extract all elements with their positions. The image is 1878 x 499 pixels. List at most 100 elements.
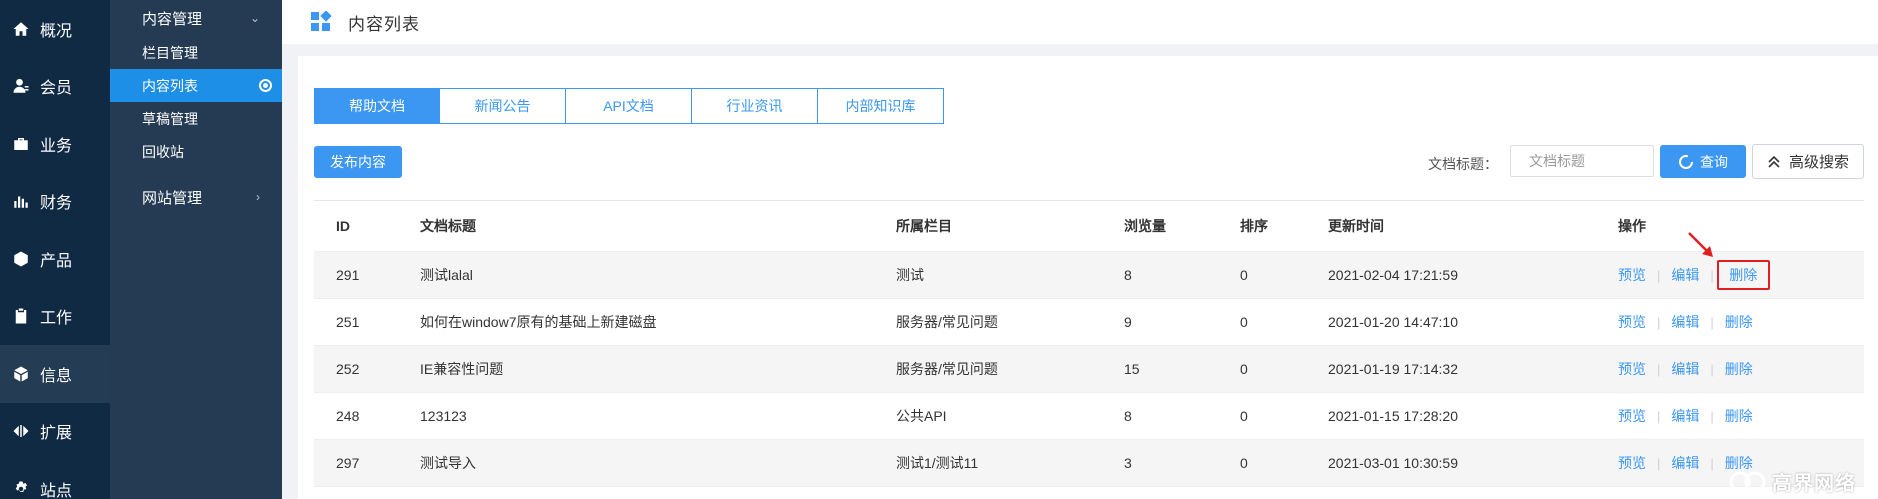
tab-internal-kb[interactable]: 内部知识库: [818, 88, 944, 124]
search-spinner-icon: [1679, 154, 1693, 169]
tab-industry-news[interactable]: 行业资讯: [692, 88, 818, 124]
preview-link[interactable]: 预览: [1618, 312, 1646, 332]
category-tabs: 帮助文档 新闻公告 API文档 行业资讯 内部知识库: [314, 88, 944, 124]
edit-link[interactable]: 编辑: [1671, 265, 1699, 285]
rail-label: 概况: [40, 22, 73, 40]
cell-views: 8: [1124, 267, 1132, 283]
content-table: ID 文档标题 所属栏目 浏览量 排序 更新时间 操作 291 测试lalal …: [314, 200, 1864, 487]
table-row: 291 测试lalal 测试 8 0 2021-02-04 17:21:59 预…: [314, 252, 1864, 299]
cell-time: 2021-02-04 17:21:59: [1328, 267, 1458, 283]
radio-selected-icon: [259, 79, 272, 92]
cell-id: 252: [336, 361, 360, 377]
cell-column: 测试1/测试11: [896, 455, 979, 471]
op-separator: |: [1710, 408, 1714, 424]
rail-label: 会员: [40, 80, 73, 98]
edit-link[interactable]: 编辑: [1671, 453, 1699, 473]
tab-news[interactable]: 新闻公告: [440, 88, 566, 124]
query-button[interactable]: 查询: [1660, 145, 1746, 178]
rail-item-extend[interactable]: 扩展: [0, 403, 110, 461]
table-row: 297 测试导入 测试1/测试11 3 0 2021-03-01 10:30:5…: [314, 440, 1864, 487]
user-icon: [10, 75, 32, 97]
rail-item-finance[interactable]: 财务: [0, 173, 110, 231]
submenu-item-columns[interactable]: 栏目管理: [110, 36, 282, 69]
header-sort: 排序: [1240, 218, 1268, 234]
edit-link[interactable]: 编辑: [1671, 359, 1699, 379]
submenu-item-content-list[interactable]: 内容列表: [110, 69, 282, 102]
delete-link[interactable]: 删除: [1725, 312, 1753, 332]
cube-icon: [10, 248, 32, 270]
cell-id: 297: [336, 455, 360, 471]
chevron-right-icon: ›: [256, 190, 260, 204]
query-button-label: 查询: [1700, 153, 1728, 170]
bar-chart-icon: [10, 190, 32, 212]
cell-views: 3: [1124, 455, 1132, 471]
op-separator: |: [1657, 267, 1661, 283]
gear-icon: [10, 478, 32, 499]
op-separator: |: [1710, 361, 1714, 377]
rail-item-info[interactable]: 信息: [0, 345, 110, 403]
advanced-search-button[interactable]: 高级搜索: [1752, 144, 1864, 179]
left-icon-rail: 概况 会员 业务 财务 产品 工作 信息 扩展 站点: [0, 0, 110, 499]
rail-item-members[interactable]: 会员: [0, 58, 110, 116]
tab-help-docs[interactable]: 帮助文档: [314, 88, 440, 124]
tab-api-docs[interactable]: API文档: [566, 88, 692, 124]
delete-link[interactable]: 删除: [1725, 406, 1753, 426]
submenu-item-label: 栏目管理: [142, 44, 198, 61]
delete-link[interactable]: 删除: [1729, 265, 1757, 285]
table-header-row: ID 文档标题 所属栏目 浏览量 排序 更新时间 操作: [314, 201, 1864, 252]
rail-item-overview[interactable]: 概况: [0, 0, 110, 58]
cell-title: 测试lalal: [420, 267, 473, 283]
cell-time: 2021-01-15 17:28:20: [1328, 408, 1458, 424]
rail-label: 信息: [40, 367, 73, 385]
watermark: 高界网络: [1728, 467, 1856, 496]
cell-time: 2021-01-20 14:47:10: [1328, 314, 1458, 330]
home-icon: [10, 18, 32, 40]
briefcase-icon: [10, 133, 32, 155]
rail-label: 扩展: [40, 425, 73, 443]
preview-link[interactable]: 预览: [1618, 359, 1646, 379]
publish-content-button[interactable]: 发布内容: [314, 146, 402, 178]
preview-link[interactable]: 预览: [1618, 453, 1646, 473]
edit-link[interactable]: 编辑: [1671, 312, 1699, 332]
submenu-group-content[interactable]: 内容管理 ⌄: [110, 0, 282, 36]
cell-ops: 预览 | 编辑 | 删除: [1618, 406, 1864, 426]
title-search-input[interactable]: [1510, 145, 1654, 177]
cell-id: 248: [336, 408, 360, 424]
submenu-group-label: 内容管理: [142, 10, 203, 28]
cell-column: 公共API: [896, 408, 947, 424]
op-separator: |: [1657, 314, 1661, 330]
delete-link[interactable]: 删除: [1725, 359, 1753, 379]
expand-icon: [10, 420, 32, 442]
annotation-arrow-icon: [1688, 232, 1713, 257]
header-time: 更新时间: [1328, 218, 1384, 234]
rail-label: 工作: [40, 310, 73, 328]
edit-link[interactable]: 编辑: [1671, 406, 1699, 426]
page-header: 内容列表: [282, 0, 1878, 44]
rail-item-site[interactable]: 站点: [0, 460, 110, 499]
preview-link[interactable]: 预览: [1618, 265, 1646, 285]
rail-item-products[interactable]: 产品: [0, 230, 110, 288]
header-ops: 操作: [1618, 218, 1646, 234]
cell-time: 2021-03-01 10:30:59: [1328, 455, 1458, 471]
preview-link[interactable]: 预览: [1618, 406, 1646, 426]
submenu-item-label: 草稿管理: [142, 110, 198, 127]
submenu-item-recycle-bin[interactable]: 回收站: [110, 135, 282, 168]
submenu-group-site[interactable]: 网站管理 ›: [110, 176, 282, 218]
advanced-search-label: 高级搜索: [1788, 154, 1849, 171]
submenu-item-drafts[interactable]: 草稿管理: [110, 102, 282, 135]
cell-column: 测试: [896, 267, 924, 283]
rail-label: 产品: [40, 252, 73, 270]
cell-sort: 0: [1240, 408, 1248, 424]
chevron-double-up-icon: [1768, 155, 1780, 168]
watermark-logo-icon: [1729, 471, 1766, 492]
cell-time: 2021-01-19 17:14:32: [1328, 361, 1458, 377]
submenu-item-label: 内容列表: [142, 77, 198, 94]
header-title: 文档标题: [420, 218, 476, 234]
delete-highlight-box: 删除: [1716, 260, 1770, 290]
cell-views: 8: [1124, 408, 1132, 424]
clipboard-icon: [10, 305, 32, 327]
cell-id: 291: [336, 267, 360, 283]
rail-item-work[interactable]: 工作: [0, 288, 110, 346]
cell-ops: 预览 | 编辑 | 删除: [1618, 260, 1864, 290]
rail-item-business[interactable]: 业务: [0, 115, 110, 173]
